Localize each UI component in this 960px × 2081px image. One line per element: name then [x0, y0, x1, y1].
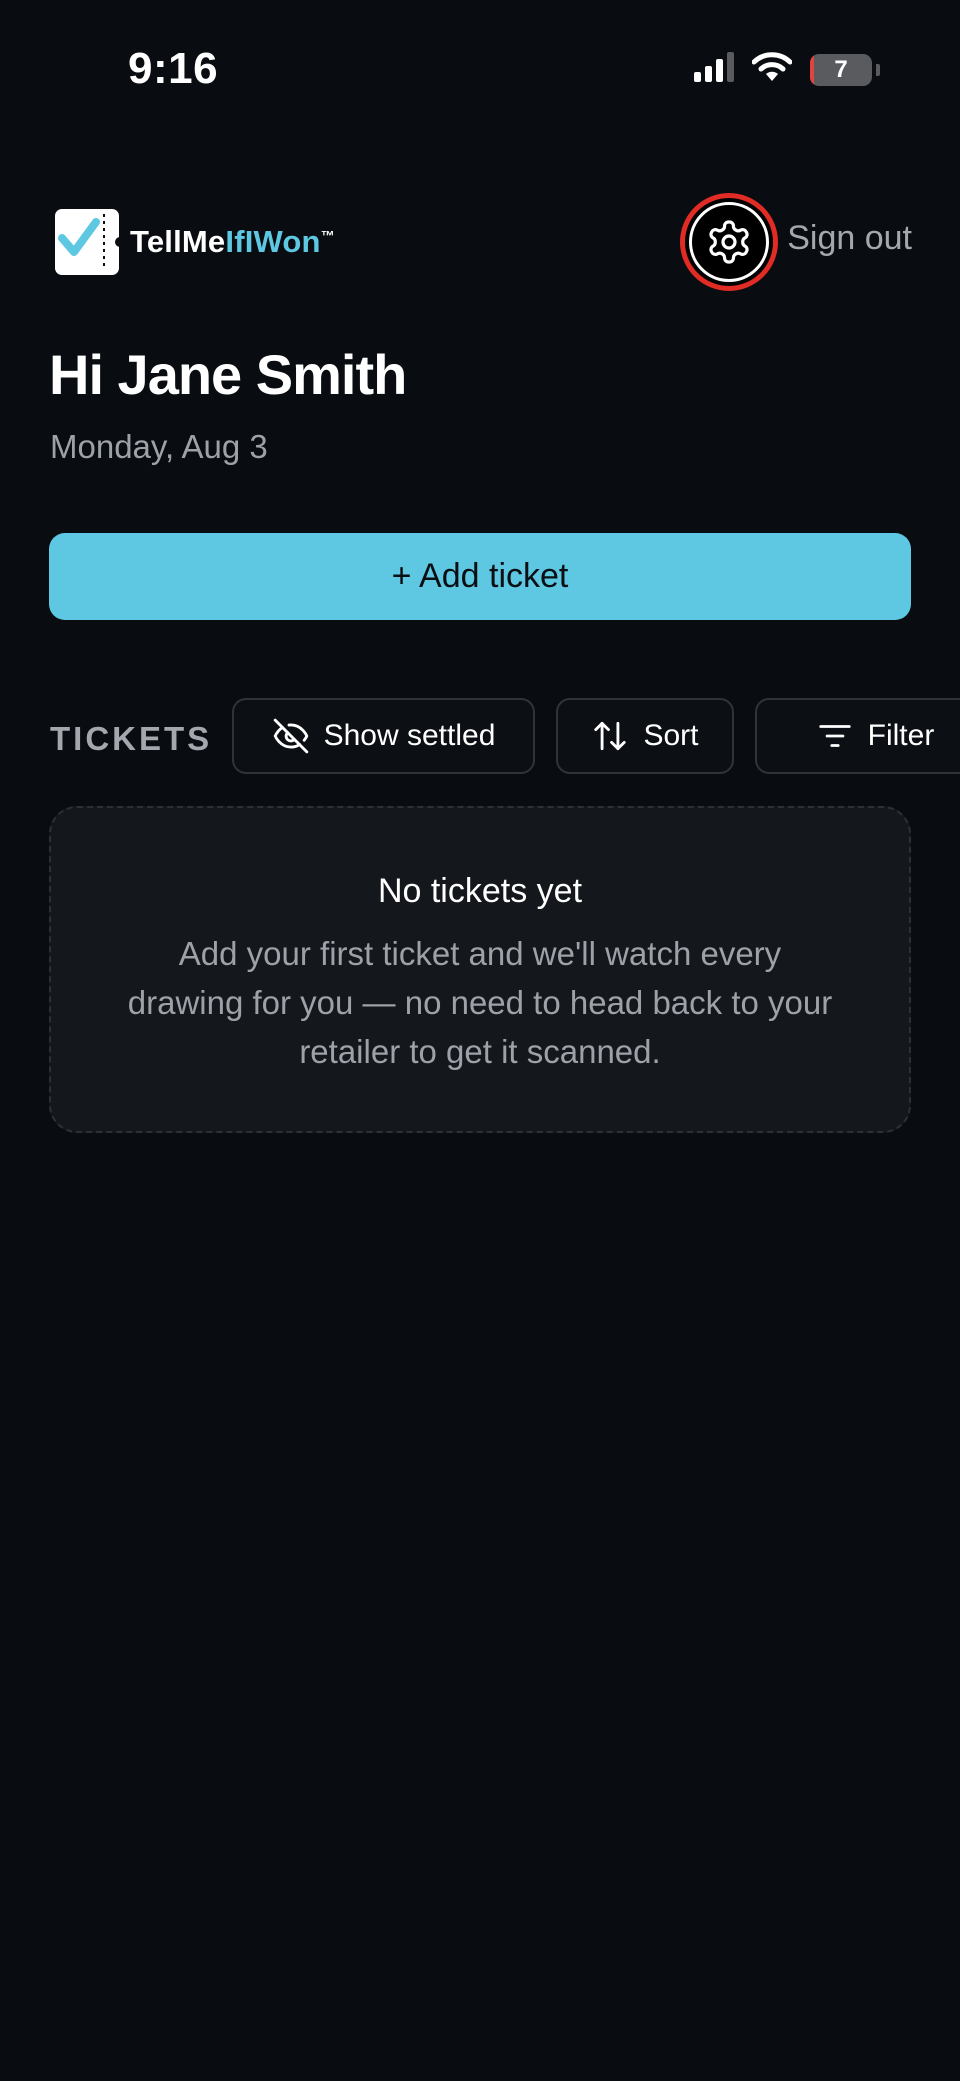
- wifi-icon: [751, 52, 793, 87]
- empty-state-title: No tickets yet: [377, 872, 583, 910]
- gear-icon: [709, 220, 749, 264]
- filter-button[interactable]: Filter: [755, 698, 960, 774]
- battery-fill: [810, 53, 815, 86]
- current-date: Monday, Aug 3: [50, 428, 268, 465]
- show-settled-label: Show settled: [323, 719, 496, 752]
- filter-label: Filter: [867, 719, 935, 752]
- tickets-section-label: TICKETS: [50, 720, 213, 757]
- cellular-signal-icon: [694, 52, 734, 87]
- filter-lines-icon: [818, 725, 851, 747]
- battery-nub: [876, 63, 880, 76]
- settings-button[interactable]: [680, 193, 778, 291]
- logo-text-part2: IfIWon: [225, 224, 321, 259]
- tickets-toolbar: TICKETS Show settled Sort Filter: [49, 698, 960, 776]
- status-bar: 9:16 7: [0, 0, 960, 140]
- app-logo-text: TellMeIfIWon™: [130, 224, 335, 260]
- status-time: 9:16: [128, 44, 219, 93]
- battery-icon: 7: [810, 53, 872, 86]
- battery-level: 7: [834, 55, 848, 83]
- status-icons: 7: [694, 52, 880, 87]
- eye-off-icon: [273, 718, 308, 754]
- sort-button[interactable]: Sort: [556, 698, 734, 774]
- logo-text-part1: TellMe: [130, 224, 226, 259]
- empty-state-body: Add your first ticket and we'll watch ev…: [127, 935, 833, 1070]
- sort-arrows-icon: [594, 721, 627, 751]
- add-ticket-button[interactable]: + Add ticket: [49, 533, 911, 620]
- ticket-check-logo-icon: [55, 209, 120, 275]
- sign-out-link[interactable]: Sign out: [787, 219, 912, 258]
- logo-trademark: ™: [320, 227, 335, 244]
- show-settled-toggle[interactable]: Show settled: [232, 698, 535, 774]
- app-logo: TellMeIfIWon™: [54, 208, 335, 276]
- greeting-title: Hi Jane Smith: [49, 343, 407, 406]
- sort-label: Sort: [643, 719, 699, 752]
- settings-button-ring: [689, 202, 769, 282]
- app-header: TellMeIfIWon™ Sign out: [50, 193, 912, 291]
- empty-tickets-card: No tickets yet Add your first ticket and…: [49, 806, 911, 1133]
